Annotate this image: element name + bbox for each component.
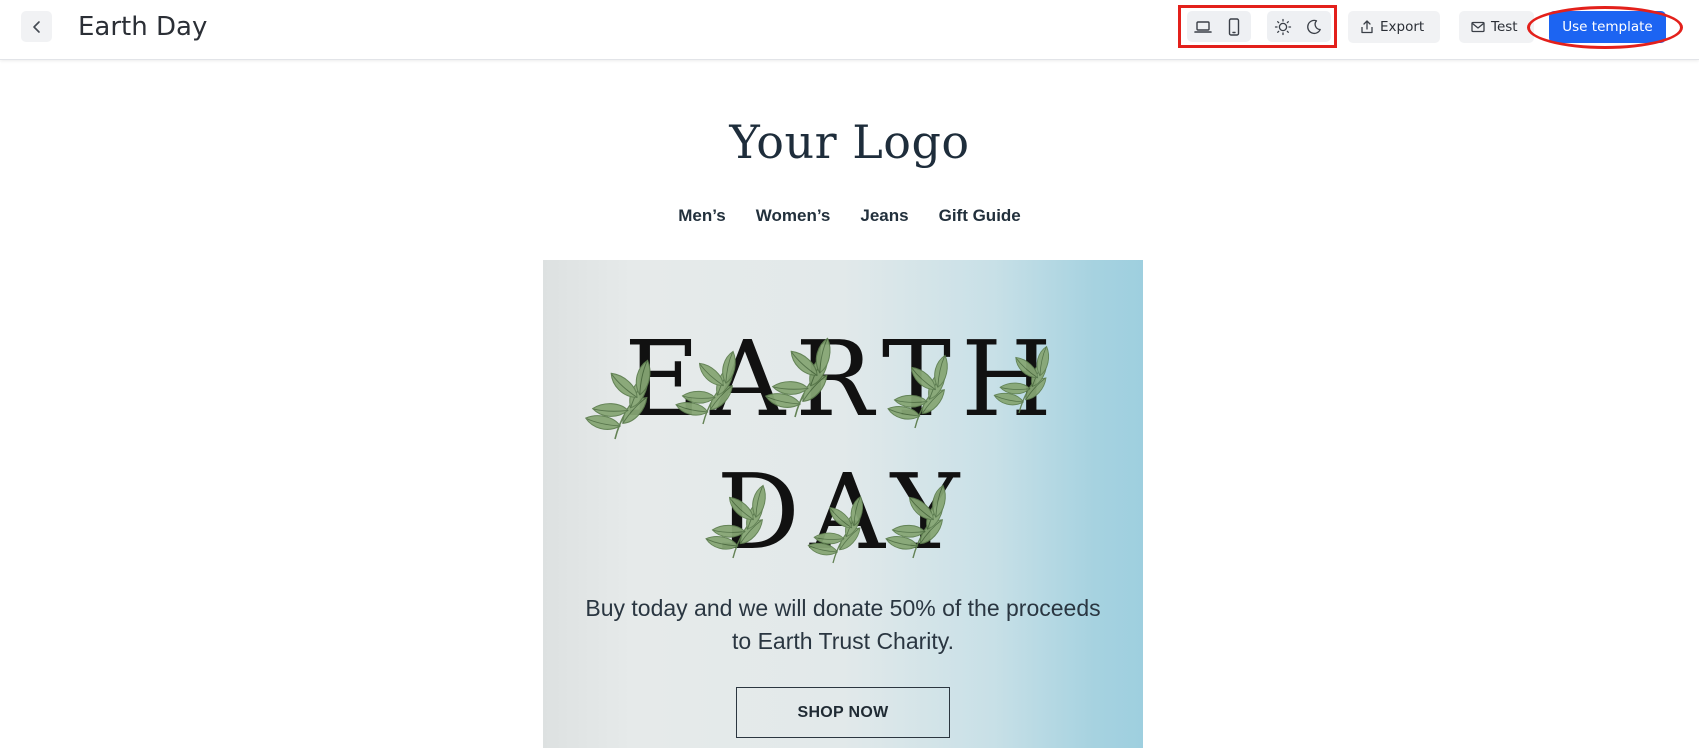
desktop-view-button[interactable]: [1187, 11, 1218, 42]
dark-mode-button[interactable]: [1298, 11, 1329, 42]
hero-banner: EARTH DAY Buy today and we will donate 5…: [543, 260, 1143, 748]
back-button[interactable]: [21, 11, 52, 42]
nav-link-gift-guide[interactable]: Gift Guide: [939, 206, 1021, 226]
nav-link-mens[interactable]: Men’s: [678, 206, 726, 226]
light-mode-button[interactable]: [1267, 11, 1298, 42]
export-label: Export: [1380, 19, 1425, 35]
test-label: Test: [1491, 19, 1518, 35]
moon-icon: [1306, 19, 1321, 34]
headline-line-1: EARTH: [624, 318, 1062, 440]
use-template-button[interactable]: Use template: [1549, 11, 1666, 43]
email-logo: Your Logo: [729, 115, 970, 169]
export-button[interactable]: Export: [1348, 11, 1440, 43]
mobile-view-button[interactable]: [1218, 11, 1249, 42]
nav-link-womens[interactable]: Women’s: [756, 206, 831, 226]
laptop-icon: [1193, 20, 1212, 33]
email-nav: Men’s Women’s Jeans Gift Guide: [0, 206, 1699, 226]
device-toggle: [1187, 11, 1251, 42]
chevron-left-icon: [32, 20, 40, 33]
test-button[interactable]: Test: [1459, 11, 1534, 43]
share-icon: [1361, 20, 1373, 34]
phone-icon: [1228, 17, 1239, 36]
mail-icon: [1471, 21, 1485, 33]
nav-link-jeans[interactable]: Jeans: [860, 206, 908, 226]
page-title: Earth Day: [78, 12, 208, 42]
shop-now-button[interactable]: SHOP NOW: [736, 687, 950, 738]
theme-toggle: [1267, 11, 1331, 42]
hero-headline-art: EARTH DAY: [543, 318, 1143, 573]
hero-body-text: Buy today and we will donate 50% of the …: [585, 595, 1101, 654]
top-bar: Earth Day Export Test Use template: [0, 0, 1699, 60]
sun-icon: [1274, 18, 1291, 35]
